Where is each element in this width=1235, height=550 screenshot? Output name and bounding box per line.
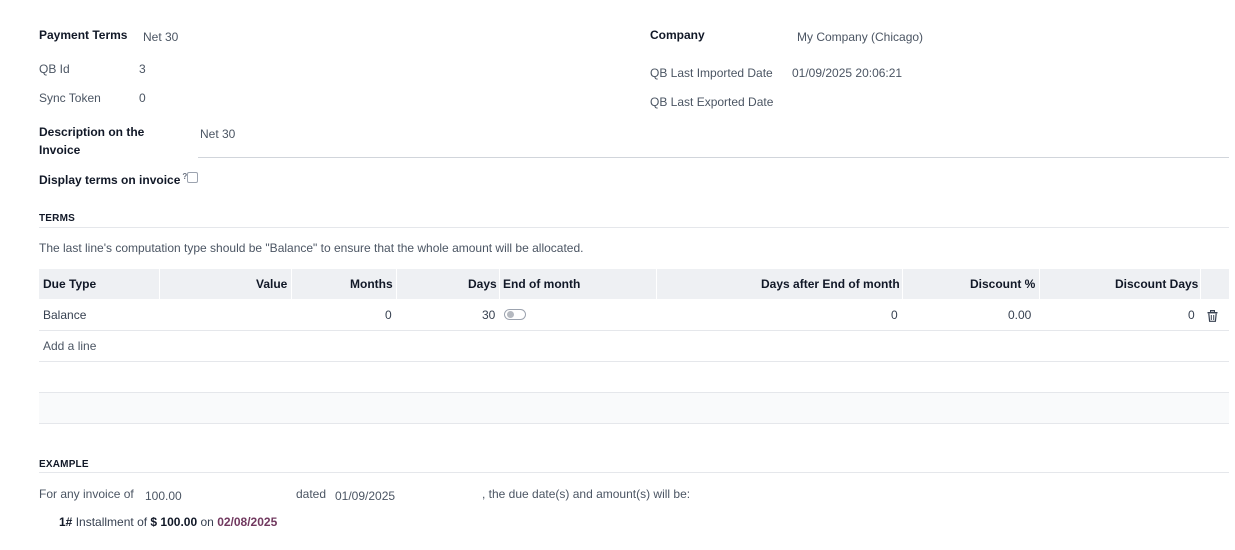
example-date-input[interactable]: 01/09/2025 xyxy=(335,489,395,503)
display-terms-label-text: Display terms on invoice xyxy=(39,173,181,187)
sync-token-value: 0 xyxy=(139,91,146,105)
column-divider xyxy=(499,269,500,299)
installment-text: Installment of xyxy=(75,515,148,529)
cell-due-type[interactable]: Balance xyxy=(43,300,86,331)
qb-last-imported-value: 01/09/2025 20:06:21 xyxy=(792,66,903,80)
display-terms-checkbox[interactable] xyxy=(187,172,198,183)
cell-discount-pct[interactable]: 0.00 xyxy=(1008,300,1031,331)
description-field-underline xyxy=(198,157,1229,158)
display-terms-label: Display terms on invoice? xyxy=(39,172,187,187)
example-dated-label: dated xyxy=(296,487,327,501)
column-divider xyxy=(159,269,160,299)
add-line-row: Add a line xyxy=(39,331,1229,362)
table-row[interactable]: Balance 0 30 0 0.00 0 xyxy=(39,300,1229,331)
column-divider xyxy=(291,269,292,299)
qb-id-value: 3 xyxy=(139,62,146,76)
description-label-line1: Description on the xyxy=(39,125,145,139)
example-for-any-invoice-label: For any invoice of xyxy=(39,487,134,501)
cell-months[interactable]: 0 xyxy=(385,300,392,331)
terms-note: The last line's computation type should … xyxy=(39,241,584,255)
description-label-line2: Invoice xyxy=(39,143,81,157)
example-amount-input[interactable]: 100.00 xyxy=(145,489,182,503)
installment-date: 02/08/2025 xyxy=(217,515,278,529)
example-section-divider xyxy=(39,472,1229,473)
cell-days[interactable]: 30 xyxy=(482,300,495,331)
empty-row xyxy=(39,362,1229,393)
qb-last-imported-label: QB Last Imported Date xyxy=(650,66,773,80)
toggle-knob xyxy=(507,311,514,318)
installment-number: 1# xyxy=(59,515,73,529)
example-section-title: EXAMPLE xyxy=(39,459,89,470)
company-value[interactable]: My Company (Chicago) xyxy=(797,30,923,44)
cell-days-after-eom[interactable]: 0 xyxy=(891,300,898,331)
terms-section-divider xyxy=(39,227,1229,228)
column-divider xyxy=(902,269,903,299)
column-divider xyxy=(396,269,397,299)
terms-section-title: TERMS xyxy=(39,213,75,224)
end-of-month-toggle[interactable] xyxy=(504,309,526,320)
installment-amount: $ 100.00 xyxy=(150,515,198,529)
sync-token-label: Sync Token xyxy=(39,91,101,105)
col-months[interactable]: Months xyxy=(350,269,393,299)
column-divider xyxy=(656,269,657,299)
trash-icon[interactable] xyxy=(1207,300,1218,331)
col-due-type[interactable]: Due Type xyxy=(43,269,96,299)
terms-table-header: Due Type Value Months Days End of month … xyxy=(39,269,1229,299)
installment-line: 1# Installment of $ 100.00 on 02/08/2025 xyxy=(59,515,277,529)
company-label: Company xyxy=(650,28,705,42)
qb-id-label: QB Id xyxy=(39,62,70,76)
payment-terms-value[interactable]: Net 30 xyxy=(143,30,178,44)
column-divider xyxy=(1039,269,1040,299)
col-end-of-month[interactable]: End of month xyxy=(503,269,580,299)
col-discount-pct[interactable]: Discount % xyxy=(970,269,1035,299)
column-divider xyxy=(1200,269,1201,299)
col-discount-days[interactable]: Discount Days xyxy=(1115,269,1198,299)
qb-last-exported-label: QB Last Exported Date xyxy=(650,95,774,109)
installment-on: on xyxy=(200,515,214,529)
payment-terms-label: Payment Terms xyxy=(39,28,128,42)
col-days-after-eom[interactable]: Days after End of month xyxy=(761,269,900,299)
description-value[interactable]: Net 30 xyxy=(200,127,235,141)
empty-row xyxy=(39,393,1229,424)
description-label: Description on the Invoice xyxy=(39,123,144,159)
cell-discount-days[interactable]: 0 xyxy=(1188,300,1195,331)
col-value[interactable]: Value xyxy=(256,269,287,299)
col-days[interactable]: Days xyxy=(468,269,497,299)
add-line-link[interactable]: Add a line xyxy=(43,331,96,362)
example-suffix: , the due date(s) and amount(s) will be: xyxy=(482,487,691,501)
